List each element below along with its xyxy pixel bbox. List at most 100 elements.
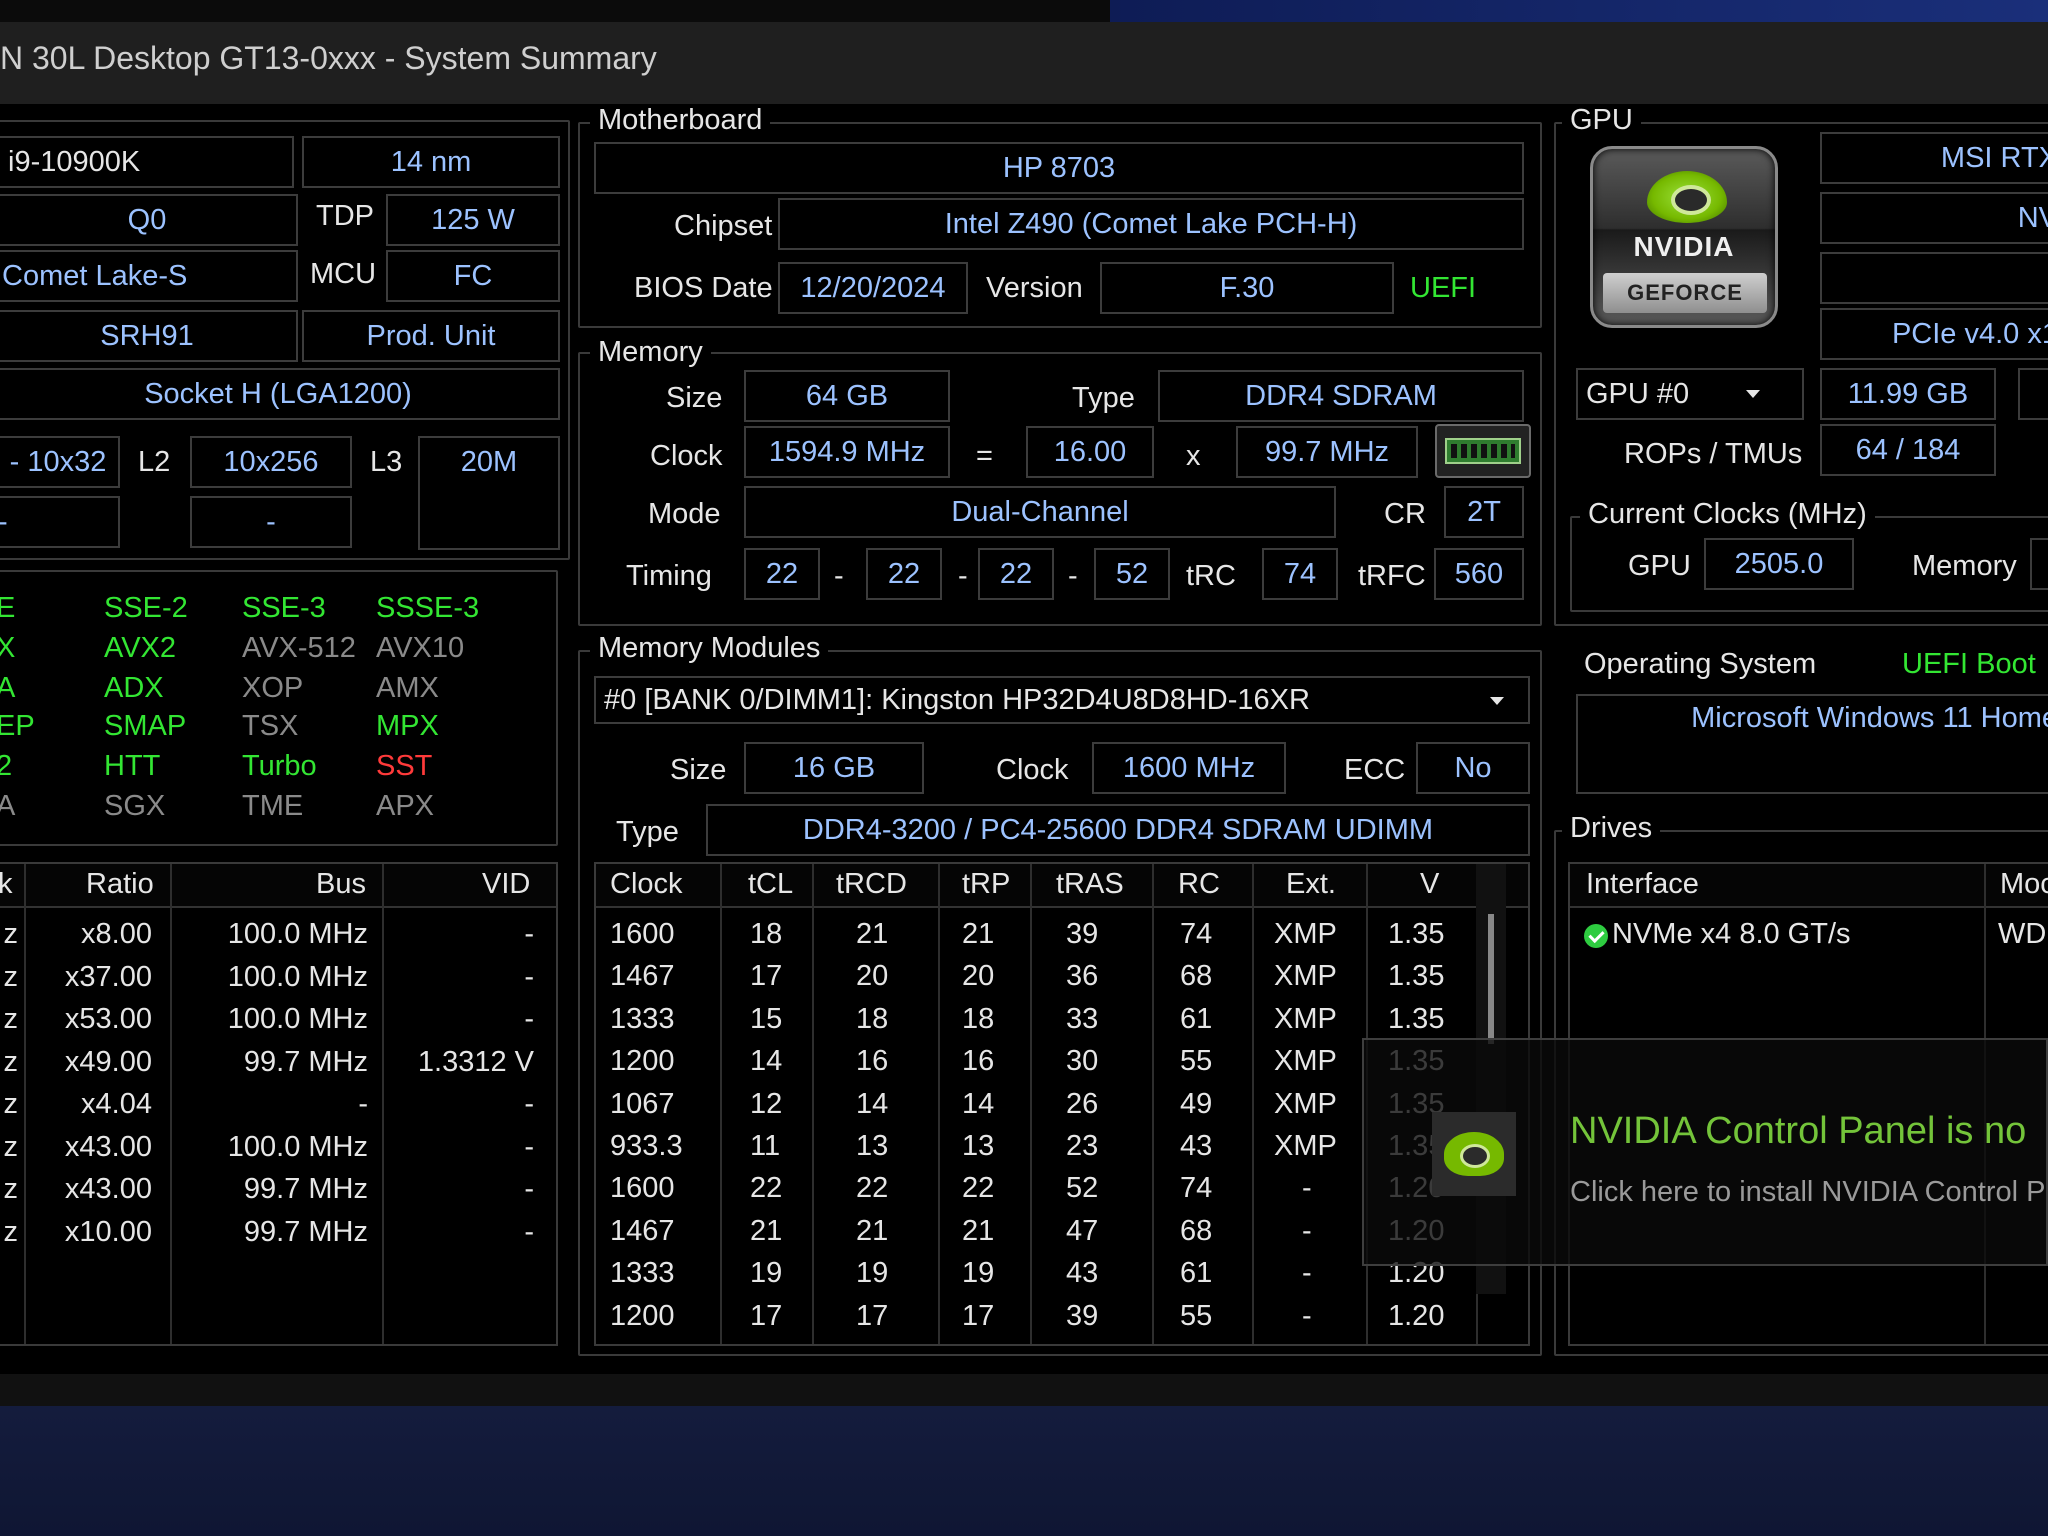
taskbar-area [0, 1406, 2048, 1536]
cache-l2b: - [190, 496, 352, 548]
module-timings-cell: 1.35 [1388, 1002, 1445, 1035]
module-size-label: Size [670, 754, 727, 786]
module-timings-cell: 1.35 [1388, 918, 1445, 950]
cache-l2: 10x256 [190, 436, 352, 488]
background-window-edge [0, 0, 1110, 22]
module-timings-cell: XMP [1274, 1130, 1337, 1162]
timing-cl: 22 [744, 548, 820, 600]
nvidia-notification-toast[interactable]: NVIDIA Control Panel is no Click here to… [1362, 1038, 2048, 1266]
drive-interface[interactable]: NVMe x4 8.0 GT/s [1612, 918, 1851, 951]
module-timings-cell: 22 [962, 1172, 995, 1205]
cpu-clock-cell: 100.0 MHz [227, 918, 368, 950]
drive-ok-check-icon [1584, 924, 1608, 948]
cpu-name: i9-10900K [0, 136, 294, 188]
module-timings-cell: 16 [856, 1045, 889, 1078]
cpu-clock-cell: z [3, 1215, 19, 1248]
memory-stick-icon[interactable] [1435, 424, 1531, 478]
module-timings-cell: 20 [856, 960, 889, 993]
cpu-clock-header[interactable]: Bus [316, 868, 366, 901]
timing-dash-1: - [834, 560, 844, 592]
memory-mode: Dual-Channel [744, 486, 1336, 538]
gpu-selector[interactable]: GPU #0 [1576, 368, 1804, 420]
cpu-clock-cell: x43.00 [64, 1173, 152, 1205]
timing-rp: 22 [978, 548, 1054, 600]
module-timings-cell: 1600 [610, 918, 675, 950]
toast-title: NVIDIA Control Panel is no [1570, 1110, 2027, 1152]
cpu-feature: SSE-3 [242, 592, 326, 624]
module-timings-header-cell[interactable]: V [1420, 868, 1439, 901]
cpu-feature: X [0, 632, 16, 664]
cpu-clock-cell: 99.7 MHz [243, 1215, 368, 1248]
cpu-clock-cell: x37.00 [64, 960, 152, 993]
module-timings-cell: 1067 [610, 1087, 675, 1120]
module-timings-cell: 12 [750, 1087, 783, 1120]
os-name-box: Microsoft Windows 11 Home [1576, 694, 2048, 794]
module-timings-cell: 15 [750, 1002, 783, 1035]
geforce-logo-text: GEFORCE [1603, 273, 1767, 313]
module-timings-cell: XMP [1274, 960, 1337, 993]
cpu-clock-cell: z [3, 1003, 19, 1035]
memory-type-label: Type [1072, 382, 1135, 414]
cpu-feature: EP [0, 710, 35, 742]
module-timings-cell: 14 [750, 1045, 783, 1078]
module-timings-cell: 18 [856, 1002, 889, 1035]
bios-date-label: BIOS Date [634, 272, 773, 304]
module-timings-cell: 1200 [610, 1045, 675, 1078]
module-timings-cell: 26 [1066, 1087, 1099, 1120]
cpu-clock-header[interactable]: VID [482, 868, 530, 901]
memory-clock-label: Clock [650, 440, 723, 472]
module-timings-cell: 47 [1066, 1214, 1099, 1247]
chipset-value: Intel Z490 (Comet Lake PCH-H) [778, 198, 1524, 250]
cpu-clock-cell: - [524, 1088, 534, 1120]
module-timings-header-cell[interactable]: Ext. [1286, 868, 1336, 901]
cpu-clock-header[interactable]: k [0, 868, 13, 901]
module-timings-cell: 17 [962, 1299, 995, 1332]
gpu-clock-label: GPU [1628, 550, 1691, 582]
cpu-tdp: 125 W [386, 194, 560, 246]
module-timings-cell: XMP [1274, 1045, 1337, 1078]
timing-dash-2: - [958, 560, 968, 592]
tdp-label: TDP [316, 200, 374, 232]
window-title: N 30L Desktop GT13-0xxx - System Summary [0, 40, 657, 76]
module-timings-cell: 21 [856, 1214, 889, 1247]
os-name: Microsoft Windows 11 Home [1691, 702, 2048, 734]
cpu-clock-cell: z [3, 1088, 19, 1120]
module-timings-header-cell[interactable]: tRAS [1056, 868, 1124, 901]
chipset-label: Chipset [674, 210, 773, 242]
cpu-clock-cell: z [3, 1130, 19, 1163]
nvidia-geforce-logo-icon: NVIDIA GEFORCE [1590, 146, 1778, 328]
timing-rcd: 22 [866, 548, 942, 600]
equals-sign: = [976, 440, 993, 472]
bios-version-label: Version [986, 272, 1083, 304]
bios-version: F.30 [1100, 262, 1394, 314]
title-bar[interactable]: N 30L Desktop GT13-0xxx - System Summary [0, 22, 2048, 104]
module-selector[interactable]: #0 [BANK 0/DIMM1]: Kingston HP32D4U8D8HD… [594, 676, 1530, 724]
module-timings-header-cell[interactable]: RC [1178, 868, 1220, 901]
module-type: DDR4-3200 / PC4-25600 DDR4 SDRAM UDIMM [706, 804, 1530, 856]
memory-size: 64 GB [744, 370, 950, 422]
module-timings-cell: 933.3 [610, 1130, 683, 1162]
toast-body[interactable]: Click here to install NVIDIA Control P [1570, 1176, 2045, 1209]
module-timings-cell: 74 [1180, 918, 1213, 950]
nvidia-logo-text: NVIDIA [1633, 231, 1735, 262]
module-timings-cell: 18 [962, 1002, 995, 1035]
module-timings-header-cell[interactable]: tRCD [836, 868, 907, 901]
module-dropdown-arrow-icon[interactable] [1490, 697, 1504, 705]
module-timings-cell: 1.20 [1388, 1299, 1445, 1332]
os-label: Operating System [1584, 648, 1817, 680]
cpu-feature: 2 [0, 750, 13, 782]
module-timings-cell: 74 [1180, 1172, 1213, 1205]
module-timings-header-cell[interactable]: tRP [962, 868, 1010, 901]
cpu-codename: Comet Lake-S [0, 250, 298, 302]
module-timings-cell: - [1302, 1172, 1312, 1205]
gpu-dropdown-arrow-icon[interactable] [1746, 390, 1760, 398]
cpu-clock-cell: 99.7 MHz [243, 1173, 368, 1205]
drive-model[interactable]: WD [1998, 918, 2046, 951]
cpu-feature: APX [376, 790, 435, 822]
cpu-clock-header[interactable]: Ratio [86, 868, 154, 901]
gpu-label: GPU [1562, 104, 1641, 137]
module-timings-header-cell[interactable]: Clock [610, 868, 683, 901]
gpu-pcie: PCIe v4.0 x1 [1820, 308, 2048, 360]
l2-label: L2 [138, 446, 171, 478]
module-timings-header-cell[interactable]: tCL [748, 868, 793, 901]
